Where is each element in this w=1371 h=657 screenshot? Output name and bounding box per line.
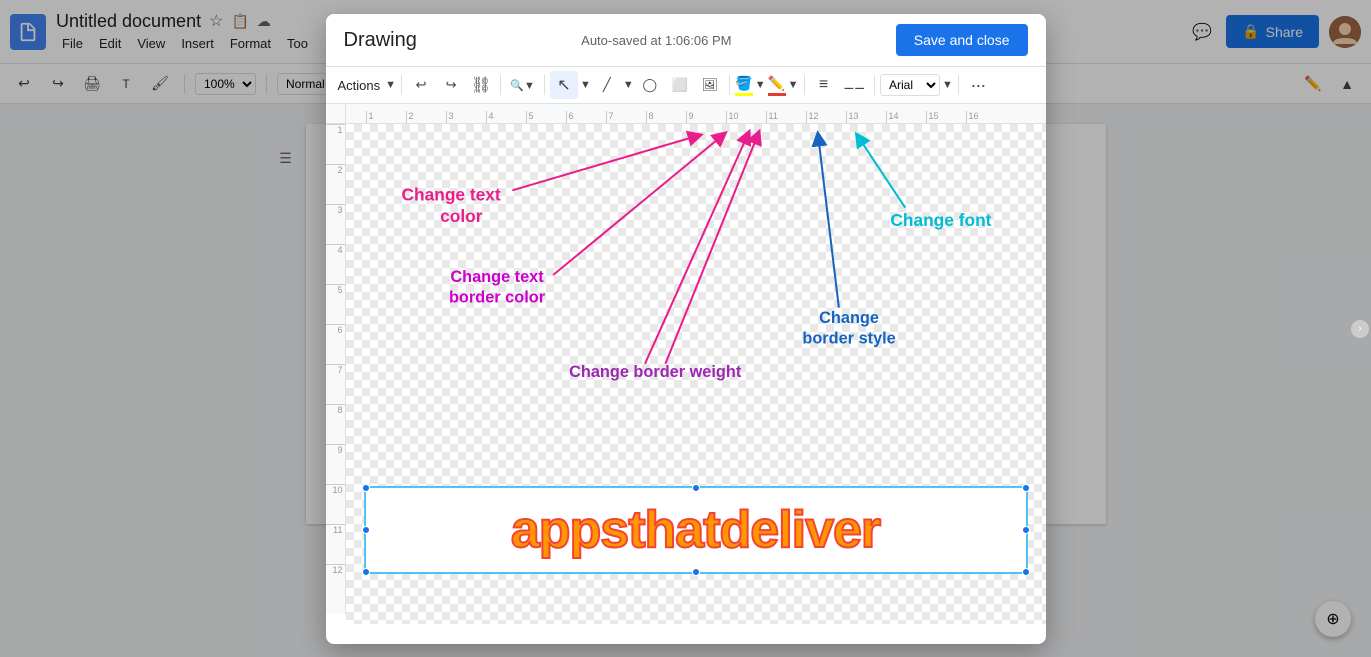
ruler-marks-top: 1 2 3 4 5 6 7 8 9 10 11 12 13 14 — [366, 111, 1006, 123]
dt-select-chevron[interactable]: ▼ — [580, 79, 591, 91]
fill-color-button[interactable]: 🪣 — [735, 75, 753, 96]
ruler-mark-8: 8 — [646, 111, 686, 123]
handle-bottom-left[interactable] — [362, 568, 370, 576]
ruler-mark-2: 2 — [406, 111, 446, 123]
ruler-left-8: 8 — [326, 404, 345, 444]
ruler-left-7: 7 — [326, 364, 345, 404]
svg-text:border style: border style — [802, 329, 895, 347]
ruler-mark-14: 14 — [886, 111, 926, 123]
fill-color-chevron[interactable]: ▼ — [755, 79, 766, 91]
dt-sep-1 — [401, 75, 402, 95]
scroll-arrow-right[interactable]: › — [1351, 320, 1369, 338]
dt-sep-7 — [958, 75, 959, 95]
ruler-mark-11: 11 — [766, 111, 806, 123]
ruler-mark-6: 6 — [566, 111, 606, 123]
ruler-left-6: 6 — [326, 324, 345, 364]
dt-border-dash-button[interactable]: ⚊⚊ — [840, 71, 870, 99]
chevron-right-icon: › — [1358, 323, 1361, 334]
svg-text:Change text: Change text — [450, 268, 544, 286]
ruler-left: 1 2 3 4 5 6 7 8 9 10 11 12 — [326, 124, 346, 614]
dt-redo-button[interactable]: ↪ — [437, 71, 465, 99]
ruler-left-1: 1 — [326, 124, 345, 164]
dt-sep-4 — [729, 75, 730, 95]
handle-top-mid[interactable] — [692, 484, 700, 492]
drawing-toolbar: Actions ▼ ↩ ↪ ⛓ 🔍▼ ↖ ▼ ╱ ▼ ◯ ⬜ — [326, 67, 1046, 104]
actions-chevron: ▼ — [385, 79, 396, 91]
svg-text:color: color — [440, 206, 483, 226]
ruler-mark-3: 3 — [446, 111, 486, 123]
handle-top-right[interactable] — [1022, 484, 1030, 492]
ruler-left-11: 11 — [326, 524, 345, 564]
ruler-mark-10: 10 — [726, 111, 766, 123]
ruler-left-5: 5 — [326, 284, 345, 324]
ruler-mark-9: 9 — [686, 111, 726, 123]
ruler-corner — [326, 104, 346, 124]
ruler-left-12: 12 — [326, 564, 345, 604]
ruler-mark-4: 4 — [486, 111, 526, 123]
dt-sep-5 — [804, 75, 805, 95]
drawing-textbox[interactable]: appsthatdeliver — [364, 486, 1028, 574]
ruler-left-9: 9 — [326, 444, 345, 484]
dt-line-tool[interactable]: ╱ — [593, 71, 621, 99]
svg-text:Change: Change — [819, 309, 879, 327]
dt-textbox-tool[interactable]: ⬜ — [666, 71, 694, 99]
svg-text:Change text: Change text — [401, 185, 500, 205]
ruler-top: 1 2 3 4 5 6 7 8 9 10 11 12 13 14 — [346, 104, 1046, 124]
svg-text:border color: border color — [448, 289, 545, 307]
drawing-modal-header: Drawing Auto-saved at 1:06:06 PM Save an… — [326, 14, 1046, 67]
drawing-canvas[interactable]: Change text color Change text border col… — [346, 124, 1046, 624]
dt-sep-6 — [874, 75, 875, 95]
ruler-left-10: 10 — [326, 484, 345, 524]
dt-shape-tool[interactable]: ◯ — [636, 71, 664, 99]
dt-border-weight-button[interactable]: ≡ — [810, 71, 838, 99]
border-color-button[interactable]: ✏️ — [768, 75, 786, 96]
handle-bottom-right[interactable] — [1022, 568, 1030, 576]
handle-right-mid[interactable] — [1022, 526, 1030, 534]
svg-text:Change font: Change font — [890, 210, 991, 230]
ruler-mark-1: 1 — [366, 111, 406, 123]
textbox-content: appsthatdeliver — [511, 500, 880, 560]
drawing-autosave: Auto-saved at 1:06:06 PM — [581, 33, 731, 48]
ruler-mark-5: 5 — [526, 111, 566, 123]
handle-top-left[interactable] — [362, 484, 370, 492]
handle-left-mid[interactable] — [362, 526, 370, 534]
ruler-area: 1 2 3 4 5 6 7 8 9 10 11 12 13 14 — [326, 104, 1046, 124]
font-select[interactable]: Arial — [880, 74, 940, 96]
svg-text:Change border weight: Change border weight — [569, 363, 742, 381]
dt-line-chevron[interactable]: ▼ — [623, 79, 634, 91]
modal-overlay: Drawing Auto-saved at 1:06:06 PM Save an… — [0, 0, 1371, 657]
actions-dropdown[interactable]: Actions ▼ — [334, 78, 397, 93]
ruler-marks-left: 1 2 3 4 5 6 7 8 9 10 11 12 — [326, 124, 345, 604]
dt-sep-2 — [500, 75, 501, 95]
ruler-mark-7: 7 — [606, 111, 646, 123]
drawing-title: Drawing — [344, 29, 417, 52]
border-color-chevron[interactable]: ▼ — [788, 79, 799, 91]
dt-sep-3 — [544, 75, 545, 95]
ruler-left-4: 4 — [326, 244, 345, 284]
dt-link-button[interactable]: ⛓ — [467, 71, 495, 99]
more-icon: ··· — [970, 75, 985, 96]
save-close-button[interactable]: Save and close — [896, 24, 1028, 56]
ruler-mark-16: 16 — [966, 111, 1006, 123]
font-chevron[interactable]: ▼ — [942, 79, 953, 91]
handle-bottom-mid[interactable] — [692, 568, 700, 576]
ruler-mark-13: 13 — [846, 111, 886, 123]
drawing-modal: Drawing Auto-saved at 1:06:06 PM Save an… — [326, 14, 1046, 644]
drawing-canvas-area: 1 2 3 4 5 6 7 8 9 10 11 12 — [326, 124, 1046, 624]
dt-more-button[interactable]: ··· — [964, 71, 992, 99]
ruler-left-2: 2 — [326, 164, 345, 204]
dt-undo-button[interactable]: ↩ — [407, 71, 435, 99]
ruler-left-3: 3 — [326, 204, 345, 244]
ruler-mark-12: 12 — [806, 111, 846, 123]
drawing-canvas-wrapper[interactable]: 1 2 3 4 5 6 7 8 9 10 11 12 13 14 — [326, 104, 1046, 644]
dt-image-tool[interactable]: 🖼 — [696, 71, 724, 99]
ruler-mark-15: 15 — [926, 111, 966, 123]
dt-select-tool[interactable]: ↖ — [550, 71, 578, 99]
dt-zoom-button[interactable]: 🔍▼ — [506, 71, 539, 99]
